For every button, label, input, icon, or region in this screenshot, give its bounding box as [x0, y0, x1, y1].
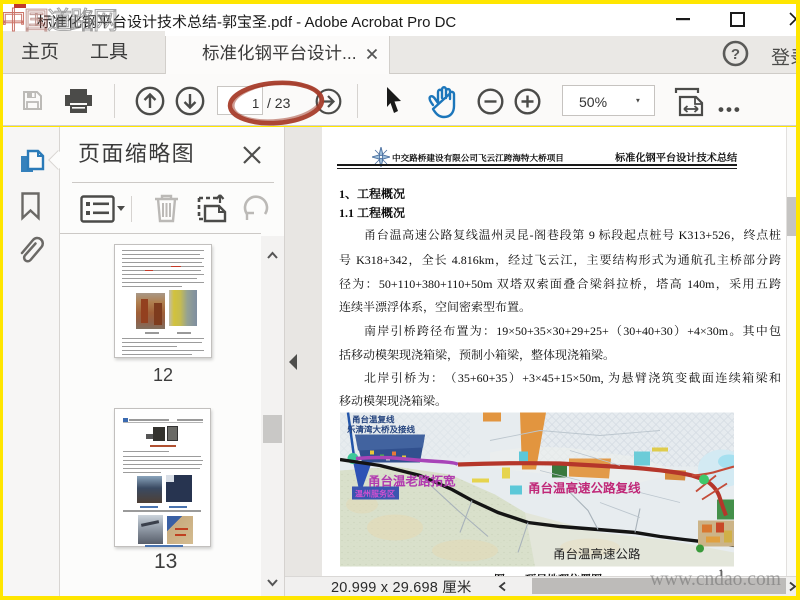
svg-text:乐清湾大桥及接线: 乐清湾大桥及接线 [347, 424, 416, 436]
svg-text:甬台温高速公路: 甬台温高速公路 [553, 544, 641, 563]
svg-text:温州服务区: 温州服务区 [355, 489, 395, 500]
svg-text:?: ? [731, 46, 740, 63]
svg-text:甬台温高速公路复线: 甬台温高速公路复线 [528, 478, 641, 497]
svg-text:甬台温老路拓宽: 甬台温老路拓宽 [368, 471, 456, 490]
